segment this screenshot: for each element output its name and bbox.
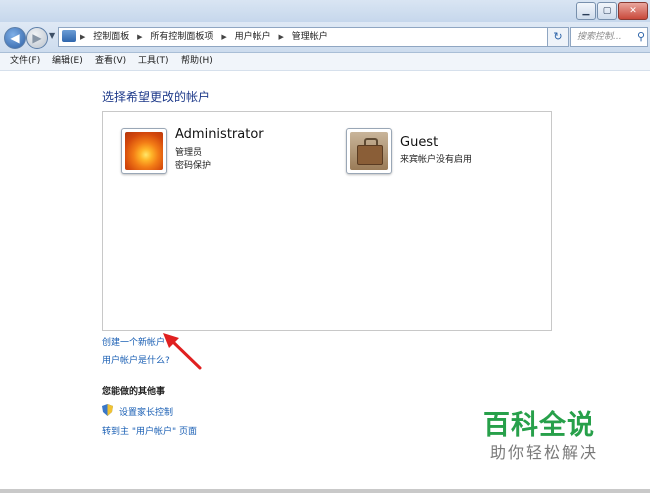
breadcrumb-item-user-accounts[interactable]: 用户帐户 (235, 32, 271, 42)
maximize-button[interactable]: ▢ (597, 2, 617, 20)
breadcrumb-item-all-items[interactable]: 所有控制面板项 (150, 32, 213, 42)
orange-flower-icon (125, 132, 163, 170)
account-name: Administrator (175, 127, 264, 142)
account-picture (346, 128, 392, 174)
breadcrumb-item-control-panel[interactable]: 控制面板 (93, 32, 129, 42)
minimize-button[interactable]: ▁ (576, 2, 596, 20)
shield-icon (102, 404, 113, 416)
watermark-slogan: 助你轻松解决 (490, 443, 599, 462)
menu-edit[interactable]: 编辑(E) (52, 53, 83, 70)
other-tasks-heading: 您能做的其他事 (102, 387, 166, 397)
red-arrow-annotation (163, 333, 202, 370)
breadcrumb-item-manage-accounts[interactable]: 管理帐户 (292, 32, 328, 42)
account-status: 密码保护 (175, 161, 212, 171)
page-title: 选择希望更改的帐户 (102, 90, 211, 104)
refresh-button[interactable]: ↻ (547, 27, 569, 47)
account-type: 管理员 (175, 148, 203, 158)
recent-pages-dropdown[interactable]: ▼ (49, 31, 55, 40)
account-status: 来宾帐户没有启用 (400, 155, 473, 165)
search-input[interactable]: 搜索控制... ⚲ (570, 27, 648, 47)
create-account-link[interactable]: 创建一个新帐户 (102, 335, 165, 348)
control-panel-icon (62, 30, 76, 42)
watermark-logo: 百科全说 (483, 410, 595, 441)
menu-bar: 文件(F) 编辑(E) 查看(V) 工具(T) 帮助(H) (0, 53, 650, 71)
account-picture (121, 128, 167, 174)
account-tile-administrator[interactable]: Administrator 管理员 密码保护 (121, 127, 321, 178)
back-button[interactable]: ◀ (4, 27, 26, 49)
close-button[interactable]: ✕ (618, 2, 648, 20)
menu-tools[interactable]: 工具(T) (138, 53, 169, 70)
window-title-bar: ▁ ▢ ✕ (0, 0, 650, 22)
parental-controls-link[interactable]: 设置家长控制 (119, 405, 173, 418)
search-icon[interactable]: ⚲ (637, 28, 645, 46)
menu-view[interactable]: 查看(V) (95, 53, 126, 70)
menu-file[interactable]: 文件(F) (10, 53, 40, 70)
briefcase-icon (350, 132, 388, 170)
accounts-panel: Administrator 管理员 密码保护 Guest 来宾帐户没有启用 (102, 111, 552, 331)
window-bottom-border (0, 489, 650, 493)
forward-button[interactable]: ▶ (26, 27, 48, 49)
menu-help[interactable]: 帮助(H) (181, 53, 213, 70)
address-bar[interactable]: ▶ 控制面板 ▶ 所有控制面板项 ▶ 用户帐户 ▶ 管理帐户 ▼ (58, 27, 568, 47)
account-tile-guest[interactable]: Guest 来宾帐户没有启用 (346, 128, 546, 178)
breadcrumb: ▶ 控制面板 ▶ 所有控制面板项 ▶ 用户帐户 ▶ 管理帐户 (80, 32, 328, 42)
account-name: Guest (400, 135, 439, 150)
goto-user-accounts-link[interactable]: 转到主 "用户帐户" 页面 (102, 424, 197, 437)
search-placeholder: 搜索控制... (577, 32, 622, 42)
